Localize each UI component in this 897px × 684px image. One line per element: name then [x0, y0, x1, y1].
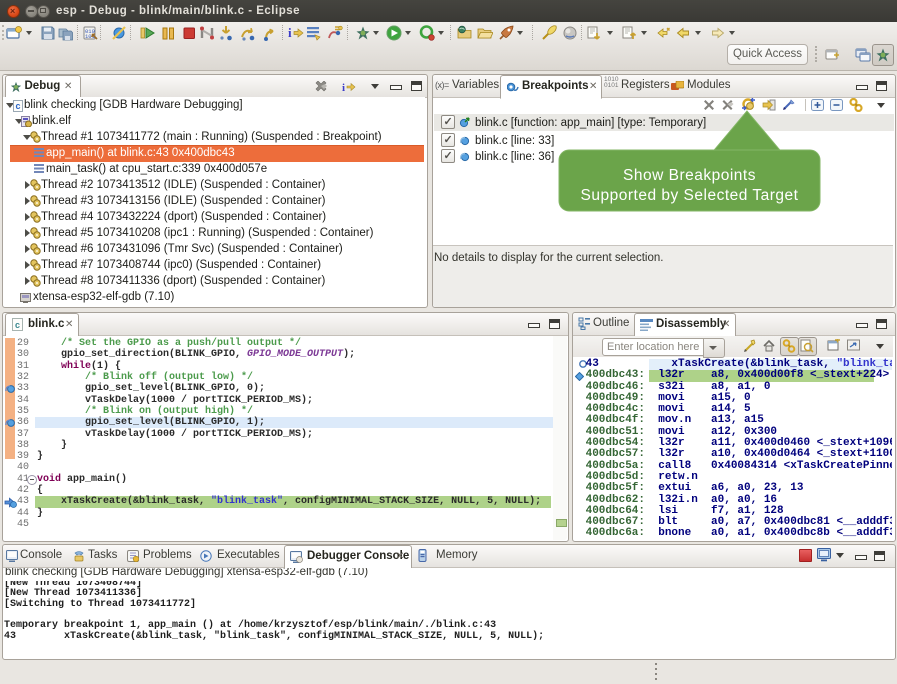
svg-text:i: i	[288, 25, 292, 40]
svg-text:i: i	[342, 82, 345, 93]
